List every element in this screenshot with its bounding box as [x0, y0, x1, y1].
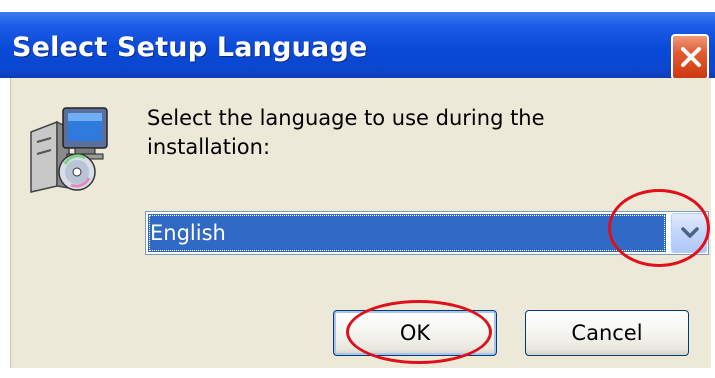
prompt-text: Select the language to use during the in… — [147, 104, 647, 162]
language-select[interactable]: English — [145, 211, 709, 255]
title-bar: Select Setup Language — [0, 12, 715, 80]
cancel-button[interactable]: Cancel — [525, 310, 689, 356]
language-dropdown-button[interactable] — [671, 213, 707, 253]
prompt-line-1: Select the language to use during the — [147, 106, 545, 130]
chevron-down-icon — [681, 227, 699, 238]
prompt-line-2: installation: — [147, 135, 271, 159]
language-select-value[interactable]: English — [148, 214, 666, 252]
dialog-body: Select the language to use during the in… — [10, 78, 711, 368]
ok-button[interactable]: OK — [333, 310, 497, 356]
close-button[interactable] — [671, 34, 709, 80]
close-icon — [681, 47, 701, 67]
setup-installer-icon — [30, 107, 108, 193]
setup-language-dialog: Select Setup Language Select the languag… — [0, 0, 715, 378]
window-title: Select Setup Language — [12, 32, 368, 63]
